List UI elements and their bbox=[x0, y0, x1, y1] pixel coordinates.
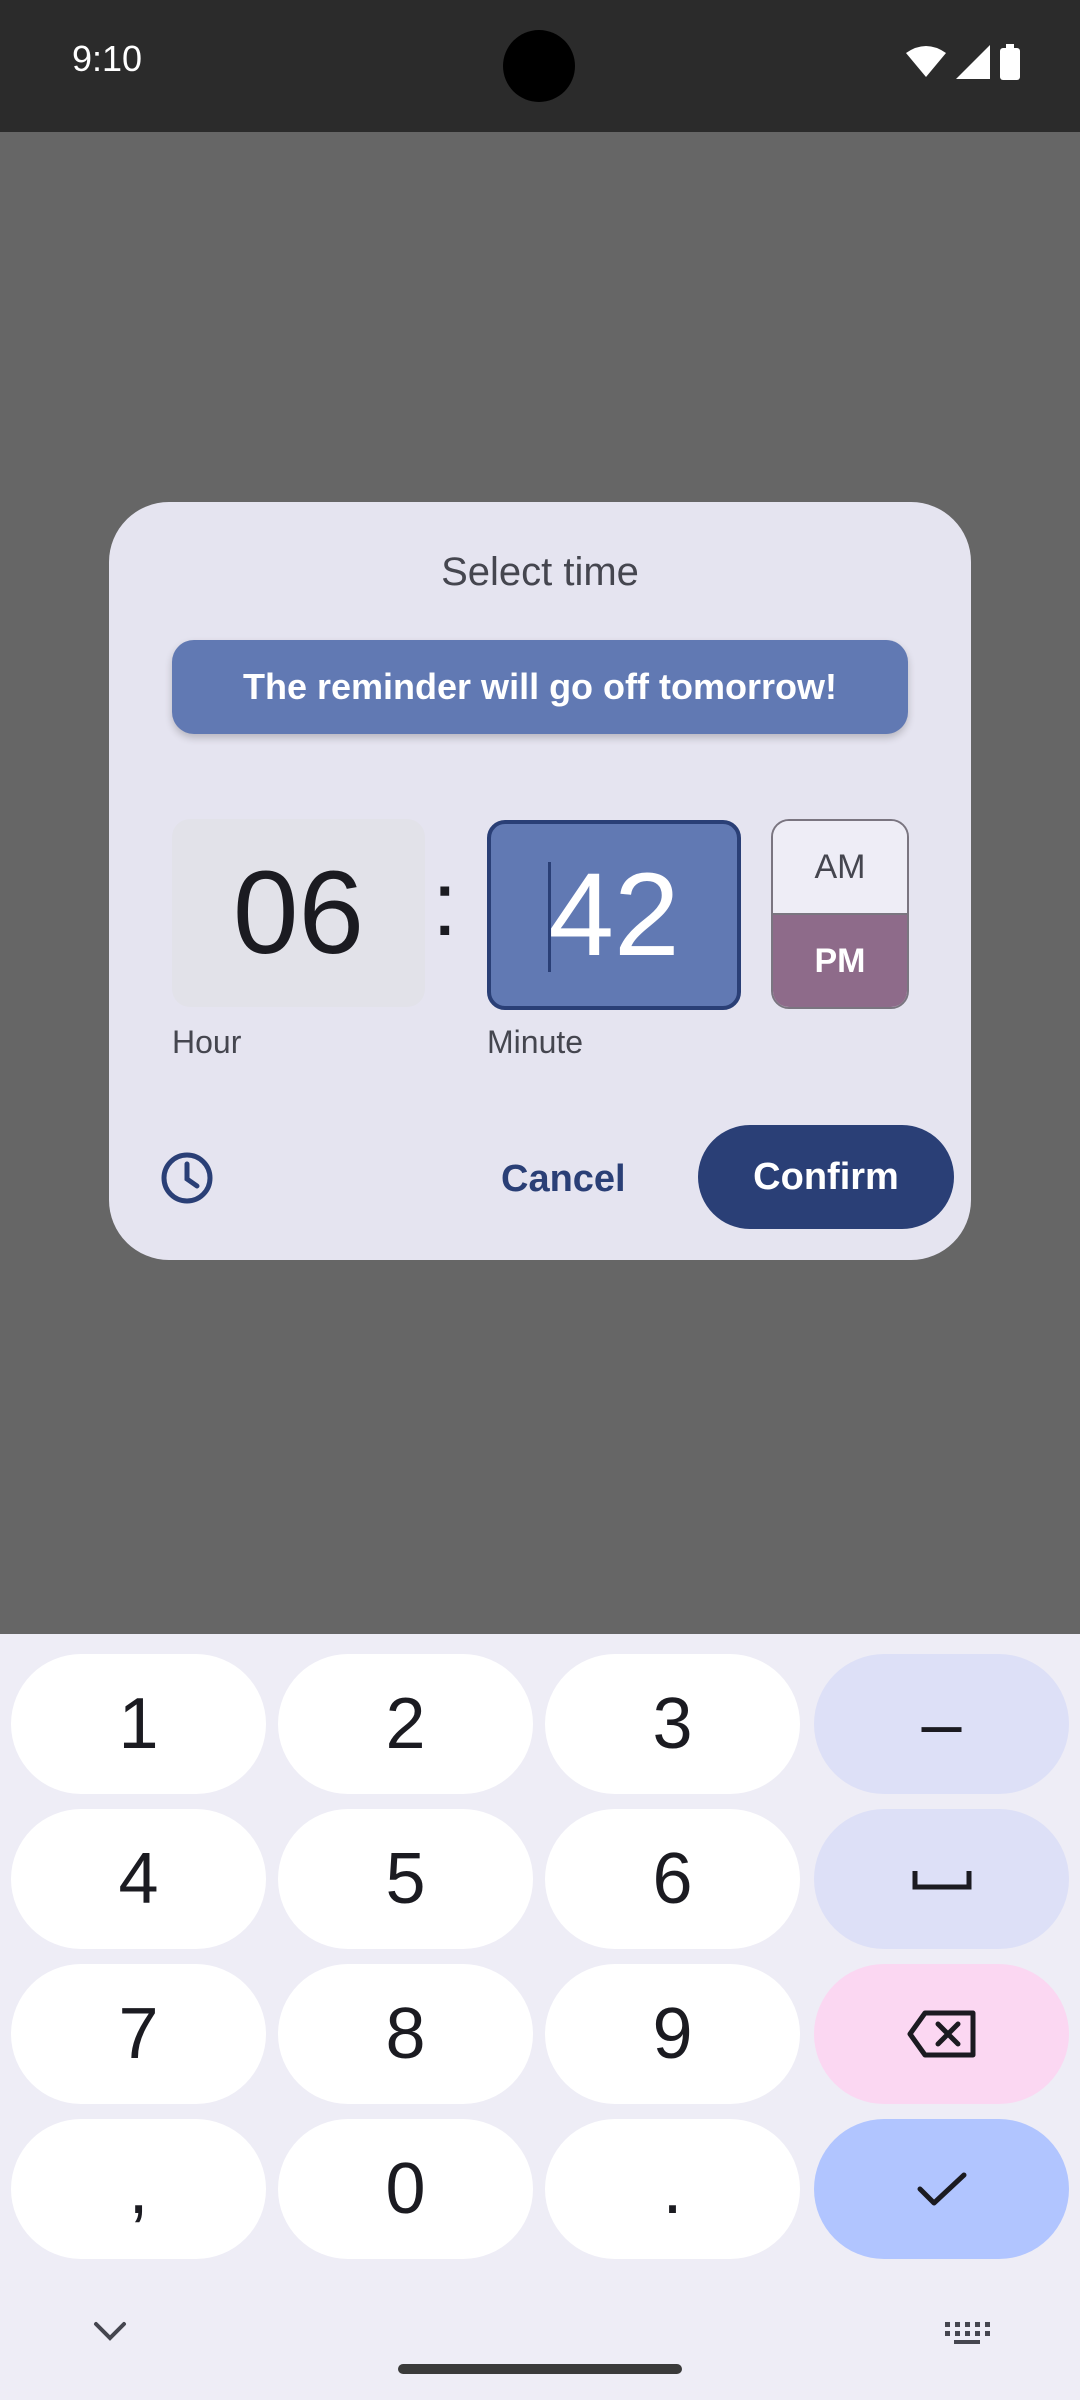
dialog-title: Select time bbox=[441, 550, 639, 594]
keyboard-icon bbox=[945, 2322, 990, 2344]
key-1[interactable]: 1 bbox=[11, 1654, 266, 1794]
key-6[interactable]: 6 bbox=[545, 1809, 800, 1949]
minute-label: Minute bbox=[487, 1024, 584, 1060]
signal-icon bbox=[956, 45, 990, 84]
key-backspace[interactable] bbox=[814, 1964, 1069, 2104]
hide-keyboard-button[interactable] bbox=[92, 2320, 128, 2347]
space-icon bbox=[912, 1871, 971, 1890]
text-cursor bbox=[548, 862, 551, 972]
wifi-icon bbox=[906, 45, 946, 84]
home-indicator[interactable] bbox=[398, 2364, 682, 2374]
clock-icon[interactable] bbox=[159, 1150, 215, 1206]
cancel-button[interactable]: Cancel bbox=[501, 1147, 626, 1211]
minute-input[interactable]: 42 bbox=[487, 820, 741, 1010]
key-5[interactable]: 5 bbox=[278, 1809, 533, 1949]
status-icons bbox=[906, 44, 1020, 85]
hour-input[interactable]: 06 bbox=[172, 819, 425, 1007]
status-bar: 9:10 bbox=[0, 0, 1080, 132]
key-7[interactable]: 7 bbox=[11, 1964, 266, 2104]
camera-cutout bbox=[503, 30, 575, 102]
key-9[interactable]: 9 bbox=[545, 1964, 800, 2104]
time-separator: : bbox=[432, 853, 458, 955]
status-time: 9:10 bbox=[72, 38, 143, 79]
key-4[interactable]: 4 bbox=[11, 1809, 266, 1949]
key-space[interactable] bbox=[814, 1809, 1069, 1949]
confirm-button[interactable]: Confirm bbox=[698, 1125, 954, 1229]
numeric-keyboard: 1 2 3 – 4 5 6 7 8 9 , 0 . bbox=[0, 1634, 1080, 2400]
minute-value: 42 bbox=[548, 849, 680, 981]
keyboard-switch-button[interactable] bbox=[944, 2320, 990, 2351]
pm-toggle[interactable]: PM bbox=[773, 915, 907, 1007]
key-3[interactable]: 3 bbox=[545, 1654, 800, 1794]
key-done[interactable] bbox=[814, 2119, 1069, 2259]
backspace-icon bbox=[907, 2010, 975, 2058]
key-2[interactable]: 2 bbox=[278, 1654, 533, 1794]
time-picker-dialog: Select time The reminder will go off tom… bbox=[109, 502, 971, 1260]
check-icon bbox=[917, 2172, 966, 2206]
chevron-down-icon bbox=[94, 2322, 126, 2341]
key-8[interactable]: 8 bbox=[278, 1964, 533, 2104]
hour-label: Hour bbox=[172, 1024, 242, 1060]
key-comma[interactable]: , bbox=[11, 2119, 266, 2259]
reminder-banner: The reminder will go off tomorrow! bbox=[172, 640, 908, 734]
battery-icon bbox=[1000, 44, 1020, 85]
am-toggle[interactable]: AM bbox=[773, 821, 907, 915]
period-selector: AM PM bbox=[771, 819, 909, 1009]
key-period[interactable]: . bbox=[545, 2119, 800, 2259]
key-0[interactable]: 0 bbox=[278, 2119, 533, 2259]
key-dash[interactable]: – bbox=[814, 1654, 1069, 1794]
